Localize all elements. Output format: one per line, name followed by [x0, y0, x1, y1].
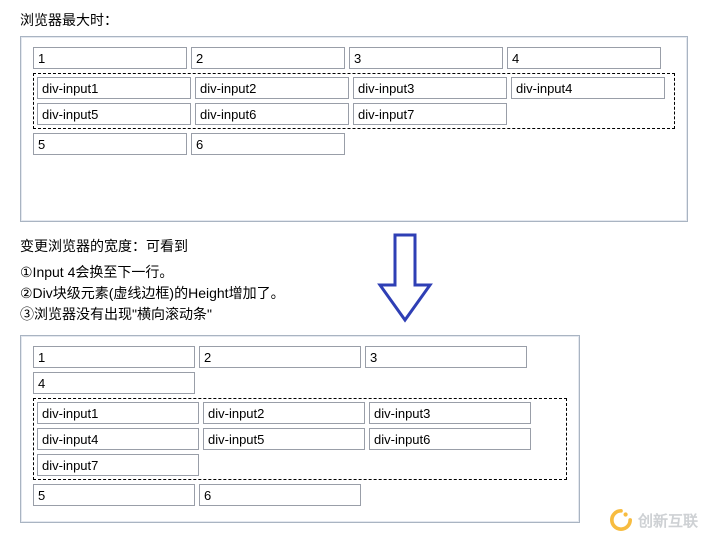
wide-div-row-1: div-input1 div-input2 div-input3 div-inp…: [37, 77, 671, 99]
watermark-logo-icon: [610, 509, 632, 531]
wide-row-1: 1 2 3 4: [33, 47, 675, 69]
input-cell[interactable]: div-input3: [369, 402, 531, 424]
input-cell[interactable]: div-input7: [37, 454, 199, 476]
note-3: ③浏览器没有出现"横向滚动条": [20, 304, 688, 325]
input-cell[interactable]: div-input2: [203, 402, 365, 424]
panel-wide: 1 2 3 4 div-input1 div-input2 div-input3…: [20, 36, 688, 222]
input-cell[interactable]: 4: [33, 372, 195, 394]
input-cell[interactable]: div-input1: [37, 77, 191, 99]
narrow-row-1: 1 2 3: [33, 346, 567, 368]
input-cell[interactable]: 5: [33, 484, 195, 506]
watermark: 创新互联: [610, 509, 698, 531]
input-cell[interactable]: div-input6: [195, 103, 349, 125]
input-cell[interactable]: div-input6: [369, 428, 531, 450]
title-max-browser: 浏览器最大时：: [20, 10, 688, 30]
title-resize-browser: 变更浏览器的宽度：可看到: [20, 236, 688, 256]
input-cell[interactable]: div-input5: [203, 428, 365, 450]
input-cell[interactable]: div-input7: [353, 103, 507, 125]
input-cell[interactable]: div-input5: [37, 103, 191, 125]
narrow-div-row-2: div-input4 div-input5 div-input6: [37, 428, 563, 450]
narrow-row-3: 5 6: [33, 484, 567, 506]
input-cell[interactable]: 1: [33, 346, 195, 368]
narrow-div-row-3: div-input7: [37, 454, 563, 476]
narrow-div-wrap: div-input1 div-input2 div-input3 div-inp…: [33, 398, 567, 480]
panel-narrow: 1 2 3 4 div-input1 div-input2 div-input3…: [20, 335, 580, 523]
watermark-text: 创新互联: [638, 510, 698, 531]
note-1: ①Input 4会换至下一行。: [20, 262, 688, 283]
input-cell[interactable]: 6: [199, 484, 361, 506]
note-2: ②Div块级元素(虚线边框)的Height增加了。: [20, 283, 688, 304]
wide-row-3: 5 6: [33, 133, 675, 155]
wide-div-row-2: div-input5 div-input6 div-input7: [37, 103, 671, 125]
input-cell[interactable]: div-input4: [511, 77, 665, 99]
narrow-div-row-1: div-input1 div-input2 div-input3: [37, 402, 563, 424]
input-cell[interactable]: 6: [191, 133, 345, 155]
input-cell[interactable]: div-input1: [37, 402, 199, 424]
input-cell[interactable]: 2: [191, 47, 345, 69]
input-cell[interactable]: 3: [349, 47, 503, 69]
input-cell[interactable]: 5: [33, 133, 187, 155]
input-cell[interactable]: div-input3: [353, 77, 507, 99]
narrow-row-1b: 4: [33, 372, 567, 394]
input-cell[interactable]: 4: [507, 47, 661, 69]
wide-div-wrap: div-input1 div-input2 div-input3 div-inp…: [33, 73, 675, 129]
input-cell[interactable]: 2: [199, 346, 361, 368]
input-cell[interactable]: div-input4: [37, 428, 199, 450]
input-cell[interactable]: 1: [33, 47, 187, 69]
input-cell[interactable]: div-input2: [195, 77, 349, 99]
input-cell[interactable]: 3: [365, 346, 527, 368]
